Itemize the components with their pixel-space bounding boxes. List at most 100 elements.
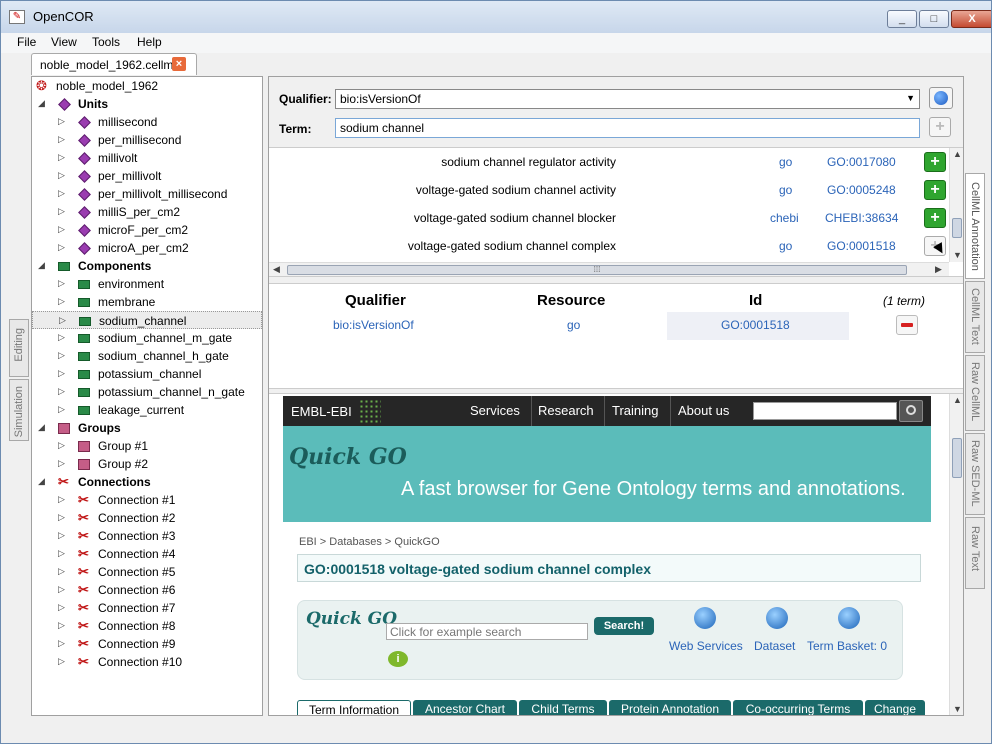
close-window-button[interactable]: X [951, 10, 991, 28]
ebi-search-input[interactable] [753, 402, 897, 420]
collapsed-arrow-icon[interactable]: ▷ [58, 134, 68, 145]
collapsed-arrow-icon[interactable]: ▷ [58, 620, 68, 631]
tree-groups-header[interactable]: ◢ Groups [32, 419, 262, 437]
tree-component-item[interactable]: ▷ sodium_channel_m_gate [32, 329, 262, 347]
collapsed-arrow-icon[interactable]: ▷ [58, 530, 68, 541]
collapsed-arrow-icon[interactable]: ▷ [58, 566, 68, 577]
tree-component-item[interactable]: ▷ leakage_current [32, 401, 262, 419]
tree-unit-item[interactable]: ▷ microF_per_cm2 [32, 221, 262, 239]
tree-connection-item[interactable]: ▷ ✂ Connection #4 [32, 545, 262, 563]
tree-component-item[interactable]: ▷ potassium_channel [32, 365, 262, 383]
menu-tools[interactable]: Tools [92, 35, 120, 49]
tree-connection-item[interactable]: ▷ ✂ Connection #8 [32, 617, 262, 635]
info-icon[interactable]: i [388, 651, 408, 667]
search-input[interactable]: Click for example search [386, 623, 588, 640]
collapsed-arrow-icon[interactable]: ▷ [59, 315, 69, 326]
dataset-link[interactable]: Dataset [754, 639, 795, 653]
tree-component-item[interactable]: ▷ environment [32, 275, 262, 293]
tab-co-occurring-terms[interactable]: Co-occurring Terms [733, 700, 863, 715]
nav-services[interactable]: Services [470, 403, 520, 418]
tree-group-item[interactable]: ▷ Group #2 [32, 455, 262, 473]
collapsed-arrow-icon[interactable]: ▷ [58, 206, 68, 217]
tree-connections-header[interactable]: ◢ ✂ Connections [32, 473, 262, 491]
quickgo-logo[interactable]: Quick GO [289, 446, 407, 468]
browser-scrollbar[interactable]: ▲ ▼ [949, 394, 963, 715]
close-tab-icon[interactable]: × [172, 57, 186, 71]
basket-icon[interactable] [838, 607, 860, 629]
collapsed-arrow-icon[interactable]: ▷ [58, 242, 68, 253]
tree-component-item[interactable]: ▷ sodium_channel_h_gate [32, 347, 262, 365]
tab-change[interactable]: Change [865, 700, 925, 715]
tab-child-terms[interactable]: Child Terms [519, 700, 607, 715]
expand-arrow-icon[interactable]: ◢ [38, 476, 48, 487]
result-resource[interactable]: chebi [770, 211, 799, 225]
collapsed-arrow-icon[interactable]: ▷ [58, 386, 68, 397]
collapsed-arrow-icon[interactable]: ▷ [58, 116, 68, 127]
collapsed-arrow-icon[interactable]: ▷ [58, 404, 68, 415]
result-id[interactable]: CHEBI:38634 [825, 211, 898, 225]
tree-units-header[interactable]: ◢ Units [32, 95, 262, 113]
collapsed-arrow-icon[interactable]: ▷ [58, 638, 68, 649]
tab-cellml-annotation[interactable]: CellML Annotation [965, 173, 985, 279]
result-row[interactable]: voltage-gated sodium channel blocker che… [269, 204, 949, 232]
tree-group-item[interactable]: ▷ Group #1 [32, 437, 262, 455]
collapsed-arrow-icon[interactable]: ▷ [58, 278, 68, 289]
tree-component-item[interactable]: ▷ membrane [32, 293, 262, 311]
scroll-down-icon[interactable]: ▼ [953, 704, 962, 714]
tree-connection-item[interactable]: ▷ ✂ Connection #3 [32, 527, 262, 545]
expand-arrow-icon[interactable]: ◢ [38, 98, 48, 109]
result-id[interactable]: GO:0001518 [827, 239, 896, 253]
ebi-logo[interactable]: EMBL-EBI [291, 404, 352, 419]
result-row[interactable]: voltage-gated sodium channel activity go… [269, 176, 949, 204]
result-id[interactable]: GO:0017080 [827, 155, 896, 169]
tree-component-item[interactable]: ▷ potassium_channel_n_gate [32, 383, 262, 401]
term-input[interactable]: sodium channel [335, 118, 920, 138]
expand-arrow-icon[interactable]: ◢ [38, 260, 48, 271]
web-services-icon[interactable] [694, 607, 716, 629]
search-button[interactable]: Search! [594, 617, 654, 635]
tab-raw-cellml[interactable]: Raw CellML [965, 355, 985, 431]
collapsed-arrow-icon[interactable]: ▷ [58, 656, 68, 667]
scroll-right-icon[interactable]: ▶ [935, 264, 942, 275]
tab-raw-text[interactable]: Raw Text [965, 517, 985, 589]
tab-protein-annotation[interactable]: Protein Annotation [609, 700, 731, 715]
scrollbar-thumb[interactable] [952, 218, 962, 238]
nav-research[interactable]: Research [538, 403, 594, 418]
tab-cellml-text[interactable]: CellML Text [965, 281, 985, 353]
collapsed-arrow-icon[interactable]: ▷ [58, 494, 68, 505]
breadcrumb[interactable]: EBI > Databases > QuickGO [299, 536, 440, 548]
add-result-button[interactable]: + [924, 180, 946, 200]
add-result-button[interactable]: + [924, 152, 946, 172]
tree-connection-item[interactable]: ▷ ✂ Connection #1 [32, 491, 262, 509]
results-vertical-scrollbar[interactable]: ▲ ▼ [949, 148, 963, 262]
tree-connection-item[interactable]: ▷ ✂ Connection #6 [32, 581, 262, 599]
dataset-icon[interactable] [766, 607, 788, 629]
collapsed-arrow-icon[interactable]: ▷ [58, 170, 68, 181]
remove-annotation-button[interactable] [896, 315, 918, 335]
tree-component-item[interactable]: ▷ sodium_channel [32, 311, 262, 329]
collapsed-arrow-icon[interactable]: ▷ [58, 584, 68, 595]
minimize-button[interactable]: _ [887, 10, 917, 28]
tree-connection-item[interactable]: ▷ ✂ Connection #7 [32, 599, 262, 617]
tree-unit-item[interactable]: ▷ milliS_per_cm2 [32, 203, 262, 221]
add-term-button[interactable]: + [929, 117, 951, 137]
collapsed-arrow-icon[interactable]: ▷ [58, 548, 68, 559]
tree-unit-item[interactable]: ▷ millisecond [32, 113, 262, 131]
web-services-link[interactable]: Web Services [669, 639, 743, 653]
tree-unit-item[interactable]: ▷ per_millisecond [32, 131, 262, 149]
quickgo-small-logo[interactable]: Quick GO [306, 611, 397, 628]
collapsed-arrow-icon[interactable]: ▷ [58, 350, 68, 361]
collapsed-arrow-icon[interactable]: ▷ [58, 512, 68, 523]
nav-training[interactable]: Training [612, 403, 658, 418]
tree-connection-item[interactable]: ▷ ✂ Connection #9 [32, 635, 262, 653]
scroll-up-icon[interactable]: ▲ [953, 149, 962, 159]
menu-view[interactable]: View [51, 35, 77, 49]
maximize-button[interactable]: □ [919, 10, 949, 28]
document-tab[interactable]: noble_model_1962.cellml* × [31, 53, 197, 75]
menu-help[interactable]: Help [137, 35, 162, 49]
result-resource[interactable]: go [779, 239, 792, 253]
annotation-resource[interactable]: go [567, 318, 580, 332]
annotation-id[interactable]: GO:0001518 [721, 318, 790, 332]
cellml-tree[interactable]: ❂ noble_model_1962 ◢ Units ▷ millisecond ▷ per_… [31, 76, 263, 716]
tab-simulation[interactable]: Simulation [9, 379, 29, 441]
